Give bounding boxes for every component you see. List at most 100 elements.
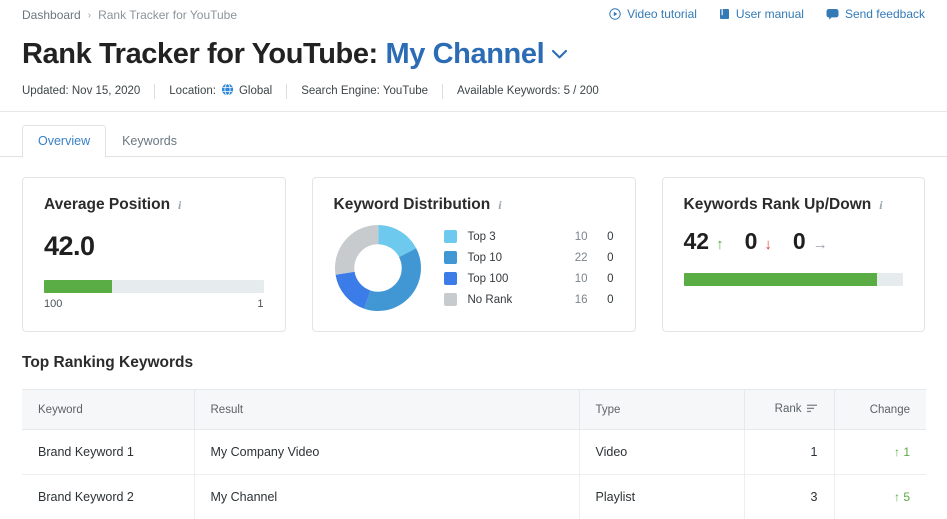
legend-swatch-icon bbox=[444, 293, 457, 306]
arrow-down-icon: ↓ bbox=[764, 236, 772, 253]
card-keyword-distribution-label: Keyword Distribution bbox=[334, 196, 491, 214]
average-position-bar-fill bbox=[44, 280, 112, 293]
legend-delta: 0 bbox=[588, 252, 614, 264]
breadcrumb-current: Rank Tracker for YouTube bbox=[98, 8, 237, 22]
rank-up-down-counts: 42 ↑ 0 ↓ 0 → bbox=[684, 228, 904, 255]
meta-location-label: Location: bbox=[169, 85, 216, 97]
legend-delta: 0 bbox=[588, 231, 614, 243]
rank-flat-count: 0 bbox=[793, 228, 806, 255]
meta-divider bbox=[286, 84, 287, 99]
table-row[interactable]: Brand Keyword 1My Company VideoVideo1 ↑ 1 bbox=[22, 430, 926, 475]
rank-down-count: 0 bbox=[745, 228, 758, 255]
top-bar: Dashboard › Rank Tracker for YouTube Vid… bbox=[0, 0, 947, 30]
cell-type: Video bbox=[579, 430, 744, 475]
card-keyword-distribution: Keyword Distribution i Top 3100Top 10220… bbox=[312, 177, 636, 332]
cell-keyword: Brand Keyword 1 bbox=[22, 430, 194, 475]
breadcrumb-separator-icon: › bbox=[88, 10, 91, 21]
meta-location: Location: Global bbox=[169, 83, 272, 99]
sort-descending-icon[interactable] bbox=[807, 404, 818, 416]
rank-up-count: 42 bbox=[684, 228, 710, 255]
send-feedback-label: Send feedback bbox=[845, 7, 925, 21]
cell-type: Playlist bbox=[579, 475, 744, 519]
tab-overview[interactable]: Overview bbox=[22, 125, 106, 158]
info-icon[interactable]: i bbox=[879, 198, 882, 213]
scale-left: 100 bbox=[44, 298, 62, 310]
card-average-position-title: Average Position i bbox=[44, 196, 264, 214]
keyword-distribution-donut-chart bbox=[334, 224, 422, 312]
card-average-position-label: Average Position bbox=[44, 196, 170, 214]
tab-keywords[interactable]: Keywords bbox=[106, 125, 193, 158]
change-value: ↑ 1 bbox=[894, 445, 910, 459]
breadcrumb-dashboard[interactable]: Dashboard bbox=[22, 8, 81, 22]
legend-swatch-icon bbox=[444, 251, 457, 264]
table-header-row: Keyword Result Type Rank Change bbox=[22, 390, 926, 430]
meta-updated: Updated: Nov 15, 2020 bbox=[22, 85, 140, 97]
info-icon[interactable]: i bbox=[178, 198, 181, 213]
top-ranking-keywords-table-wrap: Keyword Result Type Rank Change Brand Ke… bbox=[0, 372, 947, 519]
cell-rank: 1 bbox=[744, 430, 834, 475]
legend-delta: 0 bbox=[588, 294, 614, 306]
legend-swatch-icon bbox=[444, 272, 457, 285]
legend-row: No Rank160 bbox=[444, 289, 614, 310]
meta-available-keywords: Available Keywords: 5 / 200 bbox=[457, 85, 599, 97]
legend-swatch-icon bbox=[444, 230, 457, 243]
legend-row: Top 100100 bbox=[444, 268, 614, 289]
chevron-down-icon[interactable] bbox=[550, 32, 569, 70]
table-head: Keyword Result Type Rank Change bbox=[22, 390, 926, 430]
meta-row: Updated: Nov 15, 2020 Location: Global S… bbox=[0, 73, 947, 111]
column-header-keyword[interactable]: Keyword bbox=[22, 390, 194, 430]
column-header-result[interactable]: Result bbox=[194, 390, 579, 430]
summary-cards: Average Position i 42.0 100 1 Keyword Di… bbox=[0, 157, 947, 332]
meta-divider bbox=[442, 84, 443, 99]
legend-row: Top 3100 bbox=[444, 226, 614, 247]
meta-divider bbox=[154, 84, 155, 99]
column-header-change[interactable]: Change bbox=[834, 390, 926, 430]
video-tutorial-link[interactable]: Video tutorial bbox=[609, 7, 697, 21]
cell-result: My Channel bbox=[194, 475, 579, 519]
meta-search-engine: Search Engine: YouTube bbox=[301, 85, 428, 97]
legend-count: 16 bbox=[560, 294, 588, 306]
video-tutorial-label: Video tutorial bbox=[627, 7, 697, 21]
scale-right: 1 bbox=[257, 298, 263, 310]
cell-rank: 3 bbox=[744, 475, 834, 519]
cell-keyword: Brand Keyword 2 bbox=[22, 475, 194, 519]
column-header-rank[interactable]: Rank bbox=[744, 390, 834, 430]
legend-label: No Rank bbox=[468, 294, 560, 306]
average-position-bar bbox=[44, 280, 264, 293]
top-ranking-keywords-title: Top Ranking Keywords bbox=[0, 332, 947, 372]
legend-delta: 0 bbox=[588, 273, 614, 285]
tab-bar: Overview Keywords bbox=[0, 112, 947, 157]
channel-name: My Channel bbox=[386, 38, 545, 70]
legend-label: Top 3 bbox=[468, 231, 560, 243]
legend-label: Top 100 bbox=[468, 273, 560, 285]
cell-result: My Company Video bbox=[194, 430, 579, 475]
cell-change: ↑ 1 bbox=[834, 430, 926, 475]
legend-count: 10 bbox=[560, 231, 588, 243]
legend-label: Top 10 bbox=[468, 252, 560, 264]
send-feedback-link[interactable]: Send feedback bbox=[826, 7, 925, 21]
user-manual-link[interactable]: User manual bbox=[719, 7, 804, 21]
page-title: Rank Tracker for YouTube: My Channel bbox=[22, 32, 925, 73]
column-header-type[interactable]: Type bbox=[579, 390, 744, 430]
card-rank-up-down-title: Keywords Rank Up/Down i bbox=[684, 196, 904, 214]
rank-up-down-bar-fill bbox=[684, 273, 877, 286]
card-average-position: Average Position i 42.0 100 1 bbox=[22, 177, 286, 332]
keyword-distribution-legend: Top 3100Top 10220Top 100100No Rank160 bbox=[444, 226, 614, 310]
top-ranking-keywords-table: Keyword Result Type Rank Change Brand Ke… bbox=[22, 389, 926, 519]
top-links: Video tutorial User manual Send feedback bbox=[609, 7, 925, 21]
rank-up-down-bar bbox=[684, 273, 904, 286]
card-keywords-rank-up-down: Keywords Rank Up/Down i 42 ↑ 0 ↓ 0 → bbox=[662, 177, 926, 332]
average-position-value: 42.0 bbox=[44, 231, 264, 262]
info-icon[interactable]: i bbox=[498, 198, 501, 213]
card-keyword-distribution-title: Keyword Distribution i bbox=[334, 196, 614, 214]
change-value: ↑ 5 bbox=[894, 490, 910, 504]
legend-count: 22 bbox=[560, 252, 588, 264]
column-header-rank-label: Rank bbox=[775, 403, 802, 415]
channel-selector[interactable]: My Channel bbox=[386, 38, 570, 70]
arrow-up-icon: ↑ bbox=[716, 236, 724, 253]
card-rank-up-down-label: Keywords Rank Up/Down bbox=[684, 196, 872, 214]
page-title-prefix: Rank Tracker for YouTube: bbox=[22, 38, 378, 70]
table-row[interactable]: Brand Keyword 2My ChannelPlaylist3 ↑ 5 bbox=[22, 475, 926, 519]
book-icon bbox=[719, 8, 730, 20]
legend-count: 10 bbox=[560, 273, 588, 285]
